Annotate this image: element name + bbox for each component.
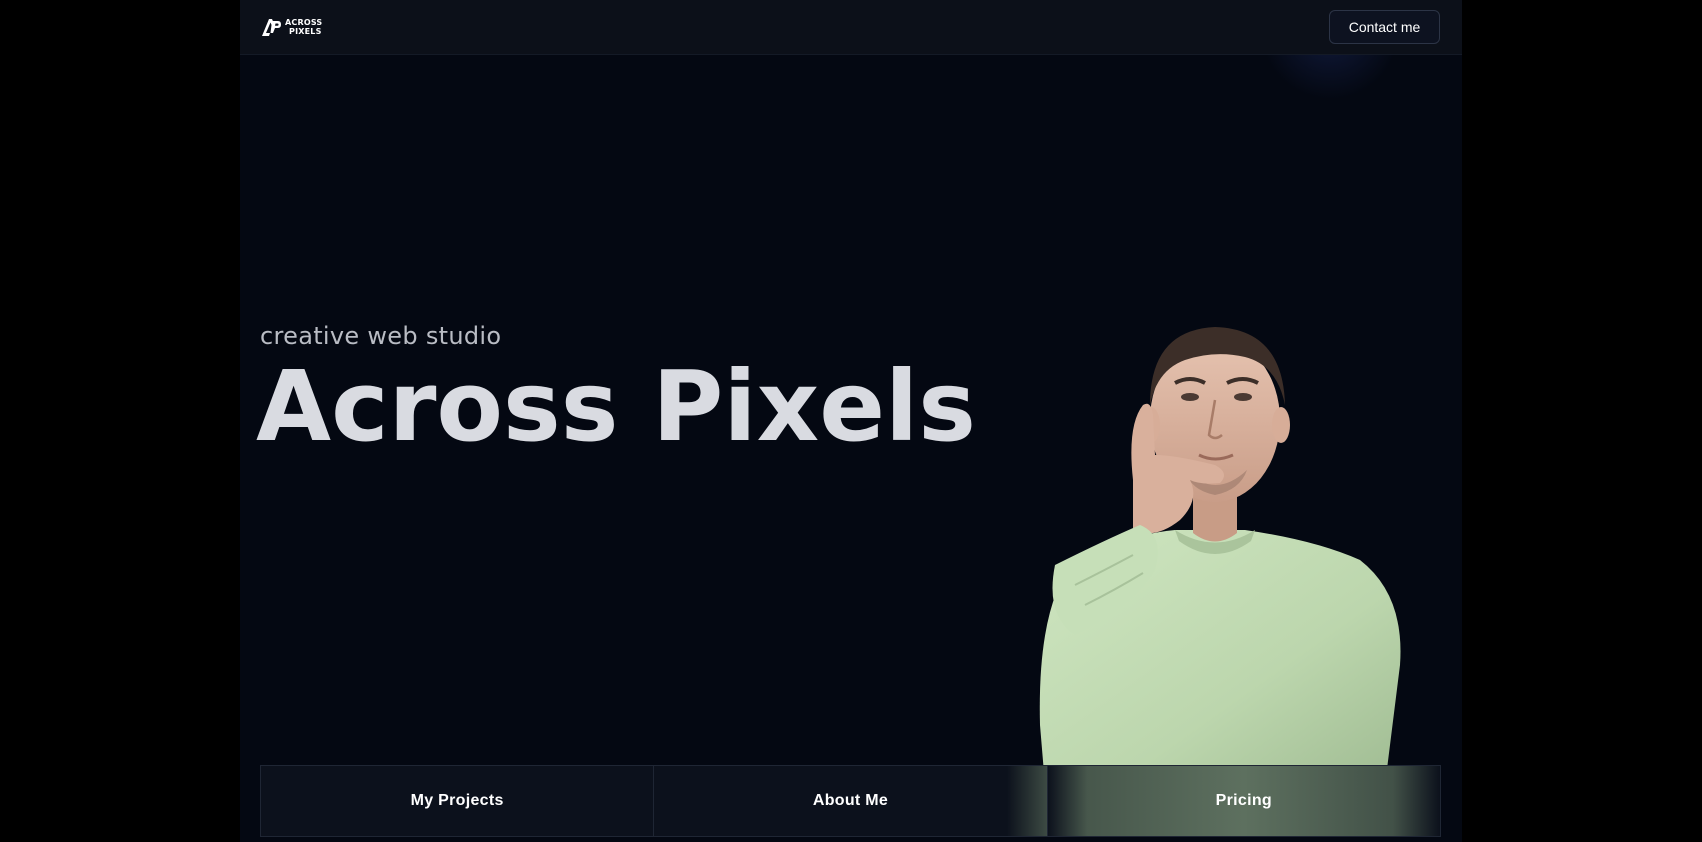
hero-subtitle: creative web studio — [260, 322, 502, 350]
shirt-overlap — [1006, 766, 1047, 836]
logo-line-1: ACROSS — [285, 18, 323, 27]
nav-pricing-label: Pricing — [1215, 792, 1272, 809]
nav-my-projects[interactable]: My Projects — [261, 766, 655, 836]
logo-icon — [262, 19, 281, 36]
logo-line-2: PIXELS — [289, 27, 322, 36]
hero-title: Across Pixels — [256, 350, 976, 463]
nav-pricing[interactable]: Pricing — [1047, 766, 1440, 836]
logo[interactable]: ACROSS PIXELS — [260, 16, 322, 38]
contact-button[interactable]: Contact me — [1329, 10, 1440, 44]
site-frame: ACROSS PIXELS Contact me creative web st… — [240, 0, 1462, 842]
nav-my-projects-label: My Projects — [410, 792, 504, 809]
site-header: ACROSS PIXELS Contact me — [240, 0, 1462, 55]
portrait-image — [1039, 327, 1401, 785]
nav-about-me[interactable]: About Me — [654, 766, 1048, 836]
logo-text: ACROSS PIXELS — [285, 18, 322, 36]
nav-about-me-label: About Me — [812, 792, 889, 809]
bottom-nav: My Projects About Me Pricing — [260, 765, 1441, 837]
